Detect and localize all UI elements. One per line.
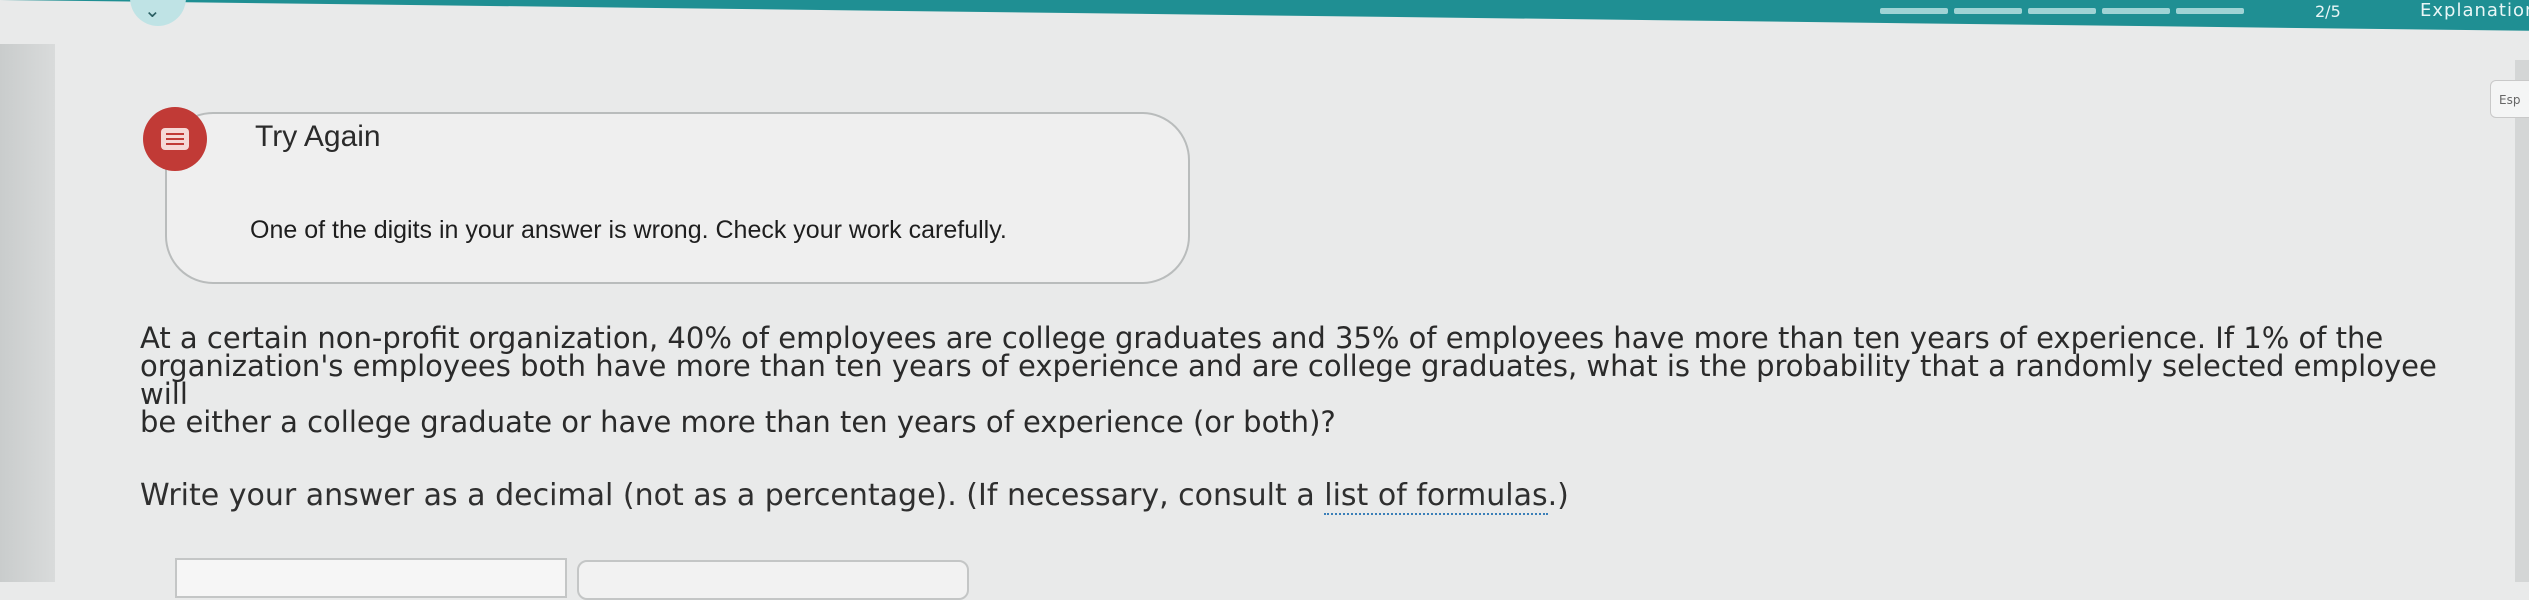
side-tab[interactable]: Esp xyxy=(2490,80,2529,118)
instruction-text: Write your answer as a decimal (not as a… xyxy=(140,478,1325,513)
progress-segment xyxy=(2102,8,2170,14)
left-panel-edge xyxy=(0,44,55,582)
question-line: organization's employees both have more … xyxy=(140,349,2437,411)
answer-instruction: Write your answer as a decimal (not as a… xyxy=(140,478,1569,515)
answer-input[interactable] xyxy=(177,560,569,598)
collapse-chevron-button[interactable]: ⌄ xyxy=(130,0,186,26)
progress-segment xyxy=(2176,8,2244,14)
answer-input-box[interactable] xyxy=(175,558,569,598)
alert-icon xyxy=(143,107,207,171)
right-panel-edge xyxy=(2515,60,2529,582)
list-of-formulas-link[interactable]: list of formulas xyxy=(1324,478,1548,515)
feedback-title: Try Again xyxy=(255,120,381,153)
progress-segment xyxy=(1880,8,1948,14)
explanation-link[interactable]: Explanation xyxy=(2420,0,2529,21)
progress-label: 2/5 xyxy=(2315,2,2341,21)
instruction-text-end: .) xyxy=(1547,478,1569,513)
progress-bar xyxy=(1880,8,2244,14)
progress-segment xyxy=(1954,8,2022,14)
feedback-message: One of the digits in your answer is wron… xyxy=(250,216,1007,244)
question-line: At a certain non-profit organization, 40… xyxy=(140,321,2384,355)
top-bar xyxy=(0,0,2529,31)
chevron-down-icon: ⌄ xyxy=(144,0,161,22)
progress-segment xyxy=(2028,8,2096,14)
keypad-toggle-button[interactable] xyxy=(577,560,969,600)
question-line: be either a college graduate or have mor… xyxy=(140,405,1336,439)
question-text: At a certain non-profit organization, 40… xyxy=(140,321,2440,439)
